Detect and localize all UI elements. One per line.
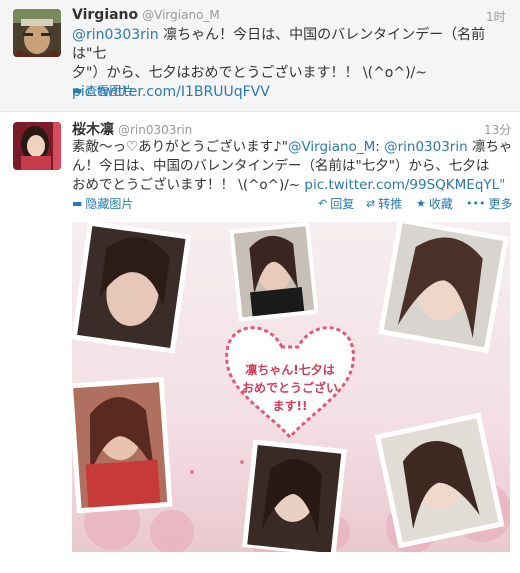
tweet-photo[interactable]: 凛ちゃん!七夕は おめでとうござい ます!!	[72, 222, 510, 552]
reply-button[interactable]: ↶ 回复	[318, 195, 354, 212]
mention-link-2[interactable]: @rin0303rin	[384, 139, 468, 155]
mention-link[interactable]: @rin0303rin	[72, 27, 159, 43]
photo-5	[241, 439, 347, 552]
author-display-name[interactable]: Virgiano	[72, 7, 138, 23]
retweet-icon: ⇄	[366, 197, 376, 210]
heart-text-line3: ます!!	[273, 399, 308, 413]
tweet-sakuragi[interactable]: 桜木凛 @rin0303rin 13分 素敵〜っ♡ありがとうございます♪"@Vir…	[0, 112, 520, 573]
hide-photo-label: 隐藏图片	[85, 197, 134, 211]
more-icon: •••	[466, 197, 486, 210]
retweet-label: 转推	[378, 197, 403, 211]
pic-link[interactable]: pic.twitter.com/99SQKMEqYL"	[304, 177, 505, 193]
more-button[interactable]: ••• 更多	[466, 195, 512, 212]
more-label: 更多	[488, 197, 513, 211]
avatar-virgiano[interactable]	[13, 9, 61, 57]
reply-icon: ↶	[318, 197, 328, 210]
author-handle[interactable]: @rin0303rin	[118, 123, 192, 137]
tweet-text-line2: ん！今日は、中国のバレンタインデー（名前は"七夕"）から、七夕は	[72, 158, 490, 174]
author-name[interactable]: Virgiano @Virgiano_M	[72, 7, 220, 23]
photo-3	[378, 222, 509, 354]
author-name[interactable]: 桜木凛 @rin0303rin	[72, 119, 192, 139]
reply-label: 回复	[330, 197, 355, 211]
author-display-name[interactable]: 桜木凛	[72, 122, 114, 138]
tweet-time[interactable]: 13分	[484, 121, 511, 138]
favorite-button[interactable]: ★ 收藏	[416, 195, 453, 212]
author-handle[interactable]: @Virgiano_M	[142, 8, 220, 22]
avatar-sakuragi-image	[13, 122, 61, 170]
avatar-virgiano-image	[13, 9, 61, 57]
photo-icon: ▬	[72, 197, 83, 210]
photo-4	[72, 376, 173, 514]
photo-1	[72, 222, 192, 354]
tweet-text-line1-tail: 凛ちゃ	[471, 139, 513, 155]
tweet-text-line2: 夕"）から、七夕はおめでとうございます！！ \(^o^)/~	[72, 65, 428, 81]
mention-link-1[interactable]: @Virgiano_M	[288, 139, 375, 155]
favorite-label: 收藏	[428, 197, 453, 211]
heart-text-line2: おめでとうござい	[242, 380, 338, 395]
view-photo-label: 查看图片	[85, 84, 134, 98]
avatar-sakuragi[interactable]	[13, 122, 61, 170]
heart-text-line1: 凛ちゃん!七夕は	[245, 362, 334, 377]
tweet-text-line1: 素敵〜っ♡ありがとうございます♪"	[72, 139, 288, 155]
photo-2	[229, 222, 319, 322]
hide-photo-button[interactable]: ▬ 隐藏图片	[72, 195, 133, 212]
tweet-time[interactable]: 1时	[486, 8, 506, 25]
tweet-text-line3: おめでとうございます！！ \(^o^)/~	[72, 177, 301, 193]
star-icon: ★	[416, 197, 426, 210]
photo-collage: 凛ちゃん!七夕は おめでとうござい ます!!	[72, 222, 510, 552]
tweet-text: 素敵〜っ♡ありがとうございます♪"@Virgiano_M: @rin0303ri…	[72, 139, 513, 193]
tweet-virgiano[interactable]: Virgiano @Virgiano_M 1时 @rin0303rin 凛ちゃん！…	[0, 0, 520, 112]
tweet-text: @rin0303rin 凛ちゃん！今日は、中国のバレンタインデー（名前は"七 夕…	[72, 26, 512, 102]
view-photo-button[interactable]: ▬ 查看图片	[72, 82, 133, 99]
retweet-button[interactable]: ⇄ 转推	[366, 195, 402, 212]
photo-icon: ▬	[72, 84, 83, 97]
